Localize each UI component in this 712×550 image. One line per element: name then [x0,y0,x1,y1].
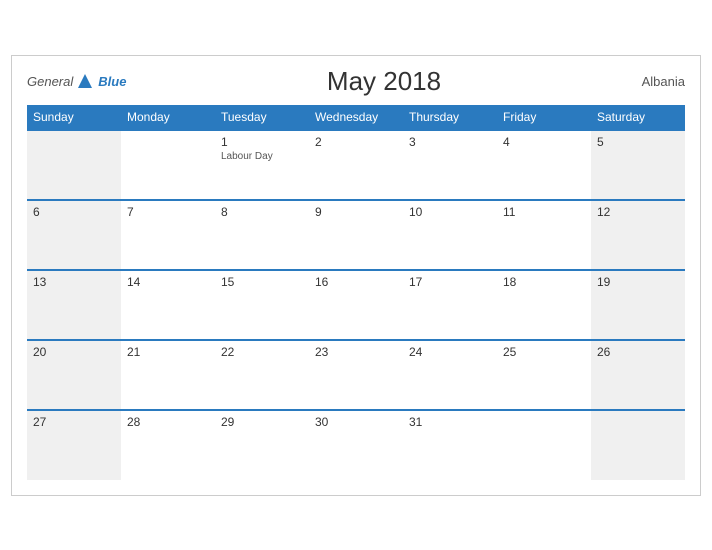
day-number: 21 [127,345,209,359]
calendar-week-row: 13 14 15 16 17 18 19 [27,270,685,340]
day-number: 19 [597,275,679,289]
day-number: 20 [33,345,115,359]
calendar-cell: 21 [121,340,215,410]
day-number: 3 [409,135,491,149]
logo-general: General [27,74,73,89]
logo: General Blue [27,72,126,90]
calendar-title: May 2018 [126,66,641,97]
day-number: 28 [127,415,209,429]
day-number: 11 [503,205,585,219]
day-number: 9 [315,205,397,219]
weekday-header-row: Sunday Monday Tuesday Wednesday Thursday… [27,105,685,130]
day-number: 22 [221,345,303,359]
day-number: 24 [409,345,491,359]
calendar-cell: 14 [121,270,215,340]
calendar-cell: 29 [215,410,309,480]
day-number: 31 [409,415,491,429]
day-number: 12 [597,205,679,219]
calendar-cell: 5 [591,130,685,200]
calendar-cell: 16 [309,270,403,340]
day-number: 17 [409,275,491,289]
calendar-cell: 4 [497,130,591,200]
holiday-label: Labour Day [221,151,303,162]
day-number: 7 [127,205,209,219]
calendar-cell: 7 [121,200,215,270]
day-number: 5 [597,135,679,149]
calendar-week-row: 6789 10 11 12 [27,200,685,270]
header-wednesday: Wednesday [309,105,403,130]
calendar-cell: 19 [591,270,685,340]
day-number: 27 [33,415,115,429]
calendar-cell: 13 [27,270,121,340]
calendar-thead: Sunday Monday Tuesday Wednesday Thursday… [27,105,685,130]
calendar-cell: 9 [309,200,403,270]
calendar-cell: 8 [215,200,309,270]
calendar-cell: 23 [309,340,403,410]
logo-icon [76,72,94,90]
header-sunday: Sunday [27,105,121,130]
header-saturday: Saturday [591,105,685,130]
day-number: 15 [221,275,303,289]
day-number: 8 [221,205,303,219]
calendar-cell: 17 [403,270,497,340]
calendar-cell: 3 [403,130,497,200]
header-thursday: Thursday [403,105,497,130]
calendar-cell: 22 [215,340,309,410]
day-number: 2 [315,135,397,149]
day-number: 18 [503,275,585,289]
calendar-cell: 25 [497,340,591,410]
calendar-cell: 6 [27,200,121,270]
calendar-week-row: 20 21 22 23 24 25 26 [27,340,685,410]
calendar-cell [591,410,685,480]
calendar-cell: 27 [27,410,121,480]
day-number: 6 [33,205,115,219]
day-number: 14 [127,275,209,289]
calendar-week-row: 27 28 29 30 31 [27,410,685,480]
country-label: Albania [642,74,685,89]
calendar-cell: 31 [403,410,497,480]
calendar-week-row: 1 Labour Day 2345 [27,130,685,200]
day-number: 23 [315,345,397,359]
calendar-cell: 1 Labour Day [215,130,309,200]
calendar-cell: 30 [309,410,403,480]
day-number: 1 [221,135,303,149]
calendar-table: Sunday Monday Tuesday Wednesday Thursday… [27,105,685,480]
calendar-cell: 12 [591,200,685,270]
calendar-cell: 15 [215,270,309,340]
header-friday: Friday [497,105,591,130]
day-number: 13 [33,275,115,289]
calendar-header: General Blue May 2018 Albania [27,66,685,97]
calendar-cell: 26 [591,340,685,410]
day-number: 4 [503,135,585,149]
day-number: 25 [503,345,585,359]
day-number: 26 [597,345,679,359]
day-number: 10 [409,205,491,219]
calendar-cell [497,410,591,480]
calendar-cell: 10 [403,200,497,270]
calendar-cell: 24 [403,340,497,410]
day-number: 29 [221,415,303,429]
day-number: 30 [315,415,397,429]
header-tuesday: Tuesday [215,105,309,130]
calendar-cell: 11 [497,200,591,270]
calendar-body: 1Labour Day23456789101112131415161718192… [27,130,685,480]
calendar-cell [121,130,215,200]
calendar-cell: 18 [497,270,591,340]
calendar-cell: 20 [27,340,121,410]
header-monday: Monday [121,105,215,130]
logo-blue: Blue [98,74,126,89]
calendar-cell: 2 [309,130,403,200]
calendar-cell [27,130,121,200]
day-number: 16 [315,275,397,289]
calendar-container: General Blue May 2018 Albania Sunday Mon… [11,55,701,496]
calendar-cell: 28 [121,410,215,480]
